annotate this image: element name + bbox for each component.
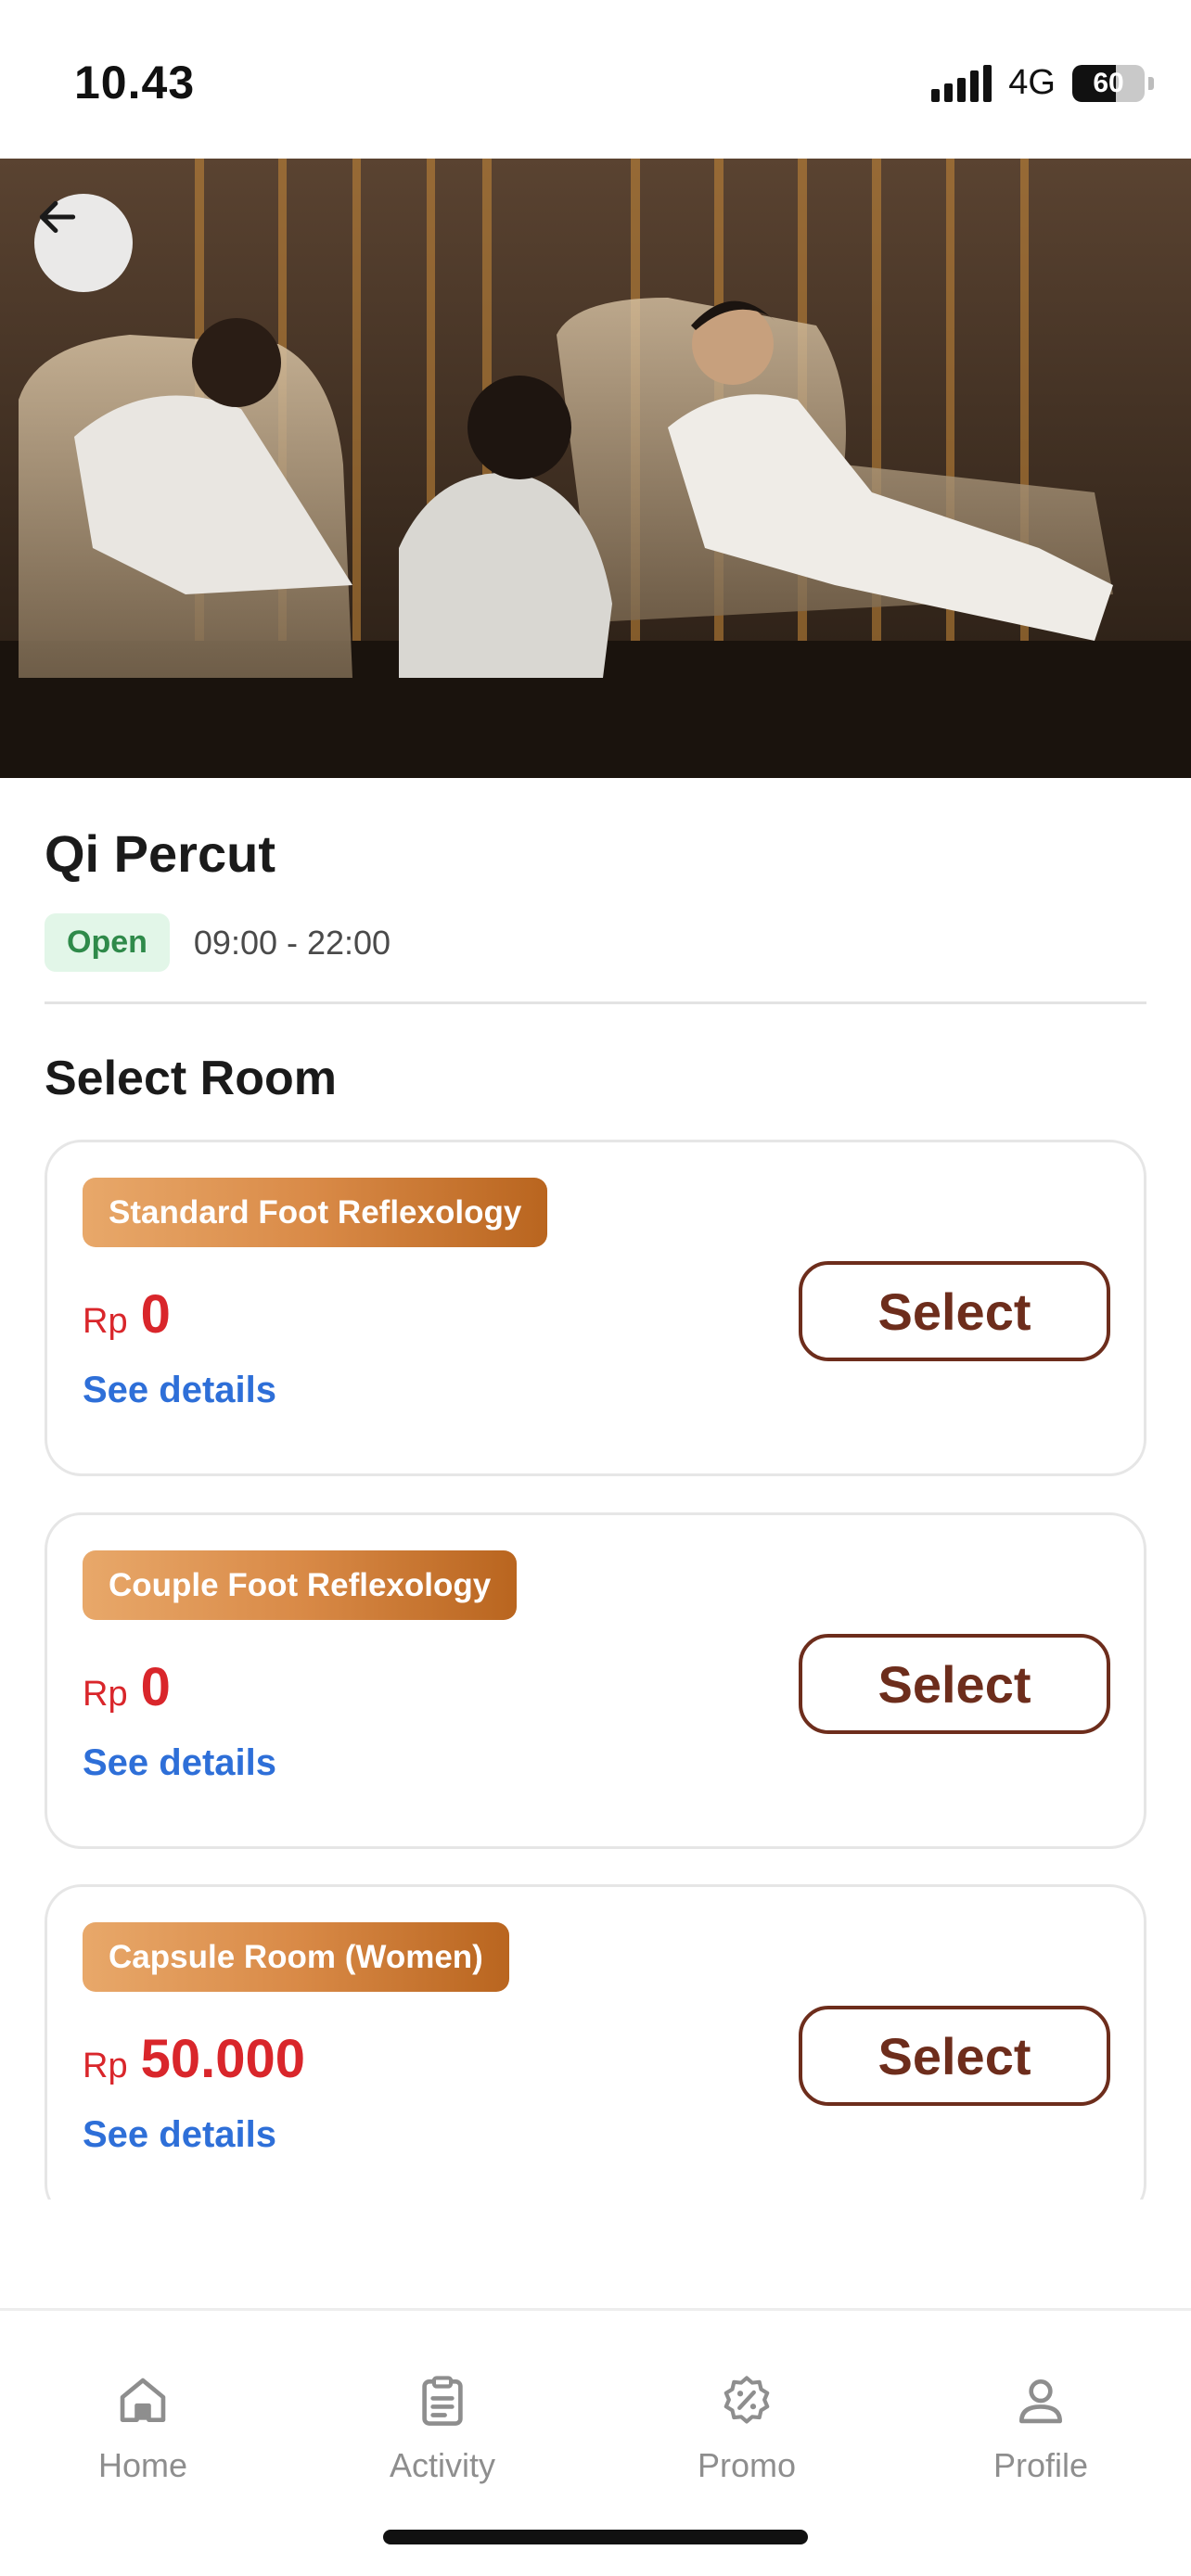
hero-image xyxy=(0,159,1191,778)
home-indicator xyxy=(383,2530,808,2544)
room-card: Standard Foot Reflexology Rp 0 See detai… xyxy=(45,1140,1146,1476)
nav-promo[interactable]: Promo xyxy=(635,2372,858,2485)
nav-profile[interactable]: Profile xyxy=(929,2372,1152,2485)
nav-label: Activity xyxy=(389,2446,495,2484)
room-card: Capsule Room (Women) Rp 50.000 See detai… xyxy=(45,1884,1146,2221)
room-name-badge: Standard Foot Reflexology xyxy=(83,1178,548,1247)
nav-label: Profile xyxy=(992,2446,1089,2484)
scroll-clip xyxy=(0,2200,1191,2311)
see-details-link[interactable]: See details xyxy=(83,1370,276,1411)
battery-icon: 60 xyxy=(1072,64,1145,102)
person-icon xyxy=(1019,2379,1062,2424)
divider xyxy=(45,1001,1146,1004)
nav-home[interactable]: Home xyxy=(32,2372,254,2485)
price-currency: Rp xyxy=(83,1302,128,1341)
status-bar: 10.43 4G 60 xyxy=(0,0,1191,159)
nav-label: Home xyxy=(97,2446,188,2484)
room-price: Rp 0 xyxy=(83,1283,171,1345)
room-price: Rp 50.000 xyxy=(83,2028,305,2090)
select-button[interactable]: Select xyxy=(799,1634,1110,1734)
opening-hours-row: Open 09:00 - 22:00 xyxy=(45,913,391,972)
nav-label: Promo xyxy=(697,2446,797,2484)
venue-title: Qi Percut xyxy=(45,824,275,883)
room-price: Rp 0 xyxy=(83,1656,171,1718)
price-value: 0 xyxy=(140,1284,171,1345)
price-currency: Rp xyxy=(83,2047,128,2085)
app-screen: 10.43 4G 60 Qi Percut Open 09:00 - 22:00… xyxy=(0,0,1191,2576)
spa-photo-illustration xyxy=(0,159,1191,778)
price-currency: Rp xyxy=(83,1675,128,1714)
promo-badge-icon xyxy=(724,2376,770,2424)
battery-tip xyxy=(1148,76,1154,90)
open-status-badge: Open xyxy=(45,913,170,972)
signal-icon xyxy=(931,64,992,102)
room-name-badge: Couple Foot Reflexology xyxy=(83,1550,518,1620)
status-indicators: 4G 60 xyxy=(931,63,1154,103)
clipboard-icon xyxy=(422,2376,463,2426)
home-icon xyxy=(120,2378,166,2422)
room-name-badge: Capsule Room (Women) xyxy=(83,1922,509,1992)
select-button[interactable]: Select xyxy=(799,1261,1110,1361)
nav-activity[interactable]: Activity xyxy=(331,2372,554,2485)
room-card: Couple Foot Reflexology Rp 0 See details… xyxy=(45,1512,1146,1849)
back-button[interactable] xyxy=(34,194,133,292)
see-details-link[interactable]: See details xyxy=(83,1742,276,1784)
status-time: 10.43 xyxy=(74,57,196,108)
section-title: Select Room xyxy=(45,1052,337,1105)
arrow-left-icon xyxy=(39,200,76,234)
price-value: 0 xyxy=(140,1657,171,1717)
opening-hours: 09:00 - 22:00 xyxy=(193,923,391,962)
price-value: 50.000 xyxy=(140,2029,305,2089)
select-button[interactable]: Select xyxy=(799,2006,1110,2106)
see-details-link[interactable]: See details xyxy=(83,2114,276,2156)
battery-level: 60 xyxy=(1093,67,1124,98)
network-type: 4G xyxy=(1008,63,1056,102)
